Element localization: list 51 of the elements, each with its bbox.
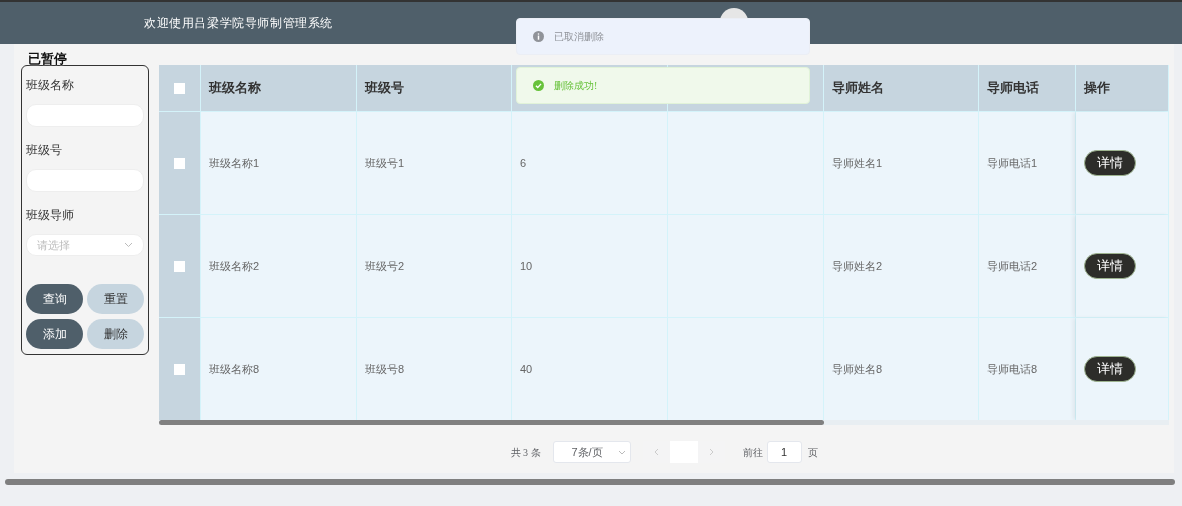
info-toast: 已取消删除 xyxy=(516,18,810,55)
checkbox[interactable] xyxy=(174,363,185,375)
table-cell: 6 xyxy=(512,112,668,214)
goto-label: 前往 xyxy=(742,445,763,460)
page-number-field[interactable]: 1 xyxy=(766,441,802,463)
table-cell: 导师姓名2 xyxy=(824,215,979,317)
page-suffix: 页 xyxy=(807,445,818,460)
details-button[interactable]: 详情 xyxy=(1084,253,1136,279)
chevron-left-icon xyxy=(653,448,659,456)
column-header: 班级号 xyxy=(357,65,512,111)
table-cell: 班级名称1 xyxy=(201,112,357,214)
field-label: 班级名称 xyxy=(26,77,75,94)
checkbox[interactable] xyxy=(174,82,185,94)
primary-button[interactable]: 添加 xyxy=(26,319,83,349)
chevron-down-icon xyxy=(617,449,626,455)
column-header: 操作 xyxy=(1076,65,1169,111)
page-size-select[interactable]: 7条/页 xyxy=(552,441,631,463)
chevron-down-icon xyxy=(124,242,133,248)
column-header: 导师姓名 xyxy=(824,65,979,111)
checkbox[interactable] xyxy=(174,157,185,169)
table-cell: 40 xyxy=(512,318,668,420)
details-button[interactable]: 详情 xyxy=(1084,356,1136,382)
primary-button[interactable]: 查询 xyxy=(26,284,83,314)
table-cell: 导师电话2 xyxy=(979,215,1076,317)
column-header: 班级名称 xyxy=(201,65,357,111)
checkbox[interactable] xyxy=(174,260,185,272)
table-cell: 导师姓名1 xyxy=(824,112,979,214)
info-icon xyxy=(533,31,544,42)
chevron-right-icon xyxy=(708,448,714,456)
field-label: 班级号 xyxy=(26,142,63,159)
table-cell: 导师电话1 xyxy=(979,112,1076,214)
table-cell: 10 xyxy=(512,215,668,317)
page-scrollbar[interactable] xyxy=(5,479,1175,485)
system-title: 欢迎使用吕梁学院导师制管理系统 xyxy=(144,15,333,32)
field-label: 班级导师 xyxy=(26,207,75,224)
table-cell: 班级名称8 xyxy=(201,318,357,420)
check-circle-icon xyxy=(533,80,544,91)
table-cell: 班级号2 xyxy=(357,215,512,317)
secondary-button[interactable]: 重置 xyxy=(87,284,144,314)
table-cell: 班级号8 xyxy=(357,318,512,420)
table-cell: 班级号1 xyxy=(357,112,512,214)
table-cell: 导师姓名8 xyxy=(824,318,979,420)
success-toast: 删除成功! xyxy=(516,67,810,104)
paused-label: 已暂停 xyxy=(28,51,67,66)
table-cell: 班级名称2 xyxy=(201,215,357,317)
total-count: 共 3 条 xyxy=(510,445,541,460)
secondary-button[interactable]: 删除 xyxy=(87,319,144,349)
scrollbar-thumb[interactable] xyxy=(159,420,824,425)
table-cell: 导师电话8 xyxy=(979,318,1076,420)
details-button[interactable]: 详情 xyxy=(1084,150,1136,176)
column-header: 导师电话 xyxy=(979,65,1076,111)
